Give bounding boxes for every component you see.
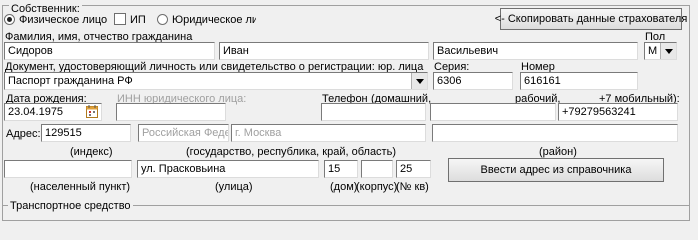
locality-hint: (населенный пункт) (30, 181, 131, 193)
checkbox-ip-label: ИП (130, 14, 146, 26)
first-name-field[interactable]: Иван (219, 42, 429, 60)
chevron-down-icon[interactable] (660, 43, 676, 59)
phone-home-field[interactable] (321, 103, 426, 121)
address-label: Адрес: (6, 128, 41, 140)
copy-insurer-button[interactable]: <- Скопировать данные страхователя (495, 8, 687, 30)
chevron-down-icon[interactable] (411, 73, 427, 89)
flat-hint: (№ кв) (396, 181, 429, 193)
korpus-field[interactable] (361, 160, 393, 178)
district-field[interactable] (432, 124, 678, 142)
dob-value: 23.04.1975 (8, 106, 64, 118)
country-field[interactable]: Российская Федер (138, 124, 229, 142)
phone-mobile-field[interactable]: +79279563241 (558, 103, 678, 121)
inn-field[interactable] (116, 103, 226, 121)
number-field[interactable]: 616161 (520, 72, 638, 90)
gender-value: М (648, 45, 658, 57)
vehicle-group-title: Транспортное средство (8, 200, 133, 212)
region-field[interactable]: г. Москва (231, 124, 426, 142)
house-hint: (дом) (330, 181, 358, 193)
flat-field[interactable]: 25 (396, 160, 431, 178)
radio-legal[interactable] (157, 14, 168, 25)
calendar-icon[interactable] (86, 105, 98, 118)
radio-legal-label: Юридическое лицо (172, 14, 256, 26)
document-type-value: Паспорт гражданина РФ (8, 75, 133, 87)
document-type-select[interactable]: Паспорт гражданина РФ (4, 72, 428, 90)
radio-person[interactable] (4, 14, 15, 25)
address-lookup-button[interactable]: Ввести адрес из справочника (448, 158, 664, 182)
house-field[interactable]: 15 (324, 160, 358, 178)
dob-field[interactable]: 23.04.1975 (4, 103, 102, 121)
korpus-hint: (корпус) (356, 181, 398, 193)
index-hint: (индекс) (70, 146, 113, 158)
phone-work-field[interactable] (430, 103, 556, 121)
locality-field[interactable] (4, 160, 132, 178)
series-field[interactable]: 6306 (433, 72, 513, 90)
street-hint: (улица) (215, 181, 253, 193)
radio-person-label: Физическое лицо (19, 14, 108, 26)
middle-name-field[interactable]: Васильевич (433, 42, 638, 60)
last-name-field[interactable]: Сидоров (4, 42, 215, 60)
region-hint: (государство, республика, край, область) (186, 146, 396, 158)
street-field[interactable]: ул. Прасковьина (137, 160, 319, 178)
district-hint: (район) (539, 146, 577, 158)
checkbox-ip[interactable] (114, 13, 126, 25)
gender-select[interactable]: М (644, 42, 677, 60)
postal-index-field[interactable]: 129515 (41, 124, 131, 142)
